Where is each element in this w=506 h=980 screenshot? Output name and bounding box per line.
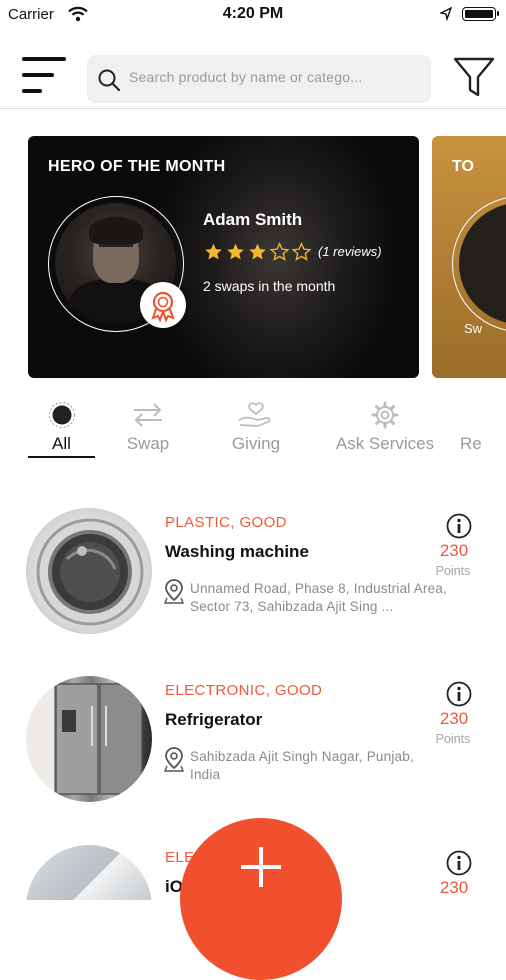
item-points: 230 — [439, 541, 469, 560]
location-pin-icon — [163, 579, 185, 604]
tab-all-label: All — [52, 434, 71, 453]
tab-ask-services-label: Ask Services — [335, 434, 435, 453]
next-banner-card[interactable]: TO Sw — [432, 136, 506, 378]
tab-all[interactable]: All — [28, 398, 95, 460]
hero-of-month-card[interactable]: HERO OF THE MONTH Adam Smith (1 reviews)… — [28, 136, 419, 378]
menu-icon — [22, 73, 54, 77]
list-item[interactable]: ELECTRONIC, GOOD Refrigerator Sahibzada … — [0, 676, 506, 816]
search-bar[interactable]: Search product by name or catego... — [87, 55, 431, 103]
item-points: 230 — [439, 878, 469, 897]
gear-icon — [371, 401, 399, 429]
hero-review-count: (1 reviews) — [318, 244, 382, 259]
star-empty-icon — [291, 242, 312, 261]
product-image — [26, 676, 152, 802]
hero-rating — [203, 242, 312, 262]
header-divider — [0, 108, 506, 109]
list-item[interactable]: PLASTIC, GOOD Washing machine Unnamed Ro… — [0, 508, 506, 648]
add-product-button[interactable] — [180, 818, 342, 980]
menu-icon — [22, 89, 42, 93]
clock: 4:20 PM — [222, 5, 284, 22]
item-address-line: India — [190, 767, 221, 782]
star-filled-icon — [249, 243, 266, 260]
filter-icon[interactable] — [452, 55, 496, 99]
plus-icon — [259, 847, 263, 887]
info-icon[interactable] — [446, 681, 472, 707]
tab-re-label: Re — [460, 434, 482, 453]
tab-re[interactable]: Re — [460, 398, 506, 460]
menu-icon — [22, 57, 66, 61]
item-points: 230 — [439, 709, 469, 728]
info-icon[interactable] — [446, 513, 472, 539]
item-title: Refrigerator — [165, 710, 263, 729]
item-category: ELECTRONIC, GOOD — [165, 682, 323, 699]
menu-button[interactable] — [22, 55, 66, 97]
tab-giving[interactable]: Giving — [218, 398, 294, 460]
hero-card-title: HERO OF THE MONTH — [48, 158, 226, 175]
category-tabs: All Swap Giving Ask Services Re — [0, 398, 506, 460]
item-points-label: Points — [435, 732, 471, 746]
next-card-avatar — [452, 196, 506, 332]
item-category: PLASTIC, GOOD — [165, 514, 287, 531]
giving-hand-icon — [238, 402, 271, 427]
tab-ask-services[interactable]: Ask Services — [326, 398, 444, 460]
product-image — [26, 508, 152, 634]
search-icon — [98, 69, 121, 92]
item-address-line: Unnamed Road, Phase 8, Industrial Area, — [190, 581, 447, 596]
star-filled-icon — [205, 243, 222, 260]
tab-giving-label: Giving — [231, 434, 281, 453]
status-bar: Carrier 4:20 PM — [0, 0, 506, 30]
location-pin-icon — [163, 747, 185, 772]
hero-carousel[interactable]: HERO OF THE MONTH Adam Smith (1 reviews)… — [0, 136, 506, 378]
next-card-swaps: Sw — [464, 321, 483, 336]
item-points-label: Points — [435, 564, 471, 578]
active-tab-indicator — [28, 456, 95, 458]
product-image — [26, 845, 152, 900]
item-address: Unnamed Road, Phase 8, Industrial Area, … — [190, 580, 500, 616]
item-address-line: Sahibzada Ajit Singh Nagar, Punjab, — [190, 749, 414, 764]
search-input[interactable]: Search product by name or catego... — [129, 69, 421, 85]
item-address-line: Sector 73, Sahibzada Ajit Sing ... — [190, 599, 394, 614]
tab-swap-label: Swap — [126, 434, 170, 453]
award-badge-icon — [140, 282, 186, 328]
next-card-title: TO — [452, 158, 474, 175]
battery-icon — [462, 7, 499, 21]
star-filled-icon — [227, 243, 244, 260]
all-dot-icon — [48, 402, 75, 428]
item-address: Sahibzada Ajit Singh Nagar, Punjab, Indi… — [190, 748, 500, 784]
location-arrow-icon — [440, 7, 452, 21]
info-icon[interactable] — [446, 850, 472, 876]
hero-swaps-count: 2 swaps in the month — [203, 278, 336, 294]
hero-name: Adam Smith — [203, 210, 303, 229]
star-empty-icon — [269, 242, 290, 261]
item-title: Washing machine — [165, 542, 309, 561]
tab-swap[interactable]: Swap — [110, 398, 186, 460]
swap-arrows-icon — [134, 403, 162, 427]
